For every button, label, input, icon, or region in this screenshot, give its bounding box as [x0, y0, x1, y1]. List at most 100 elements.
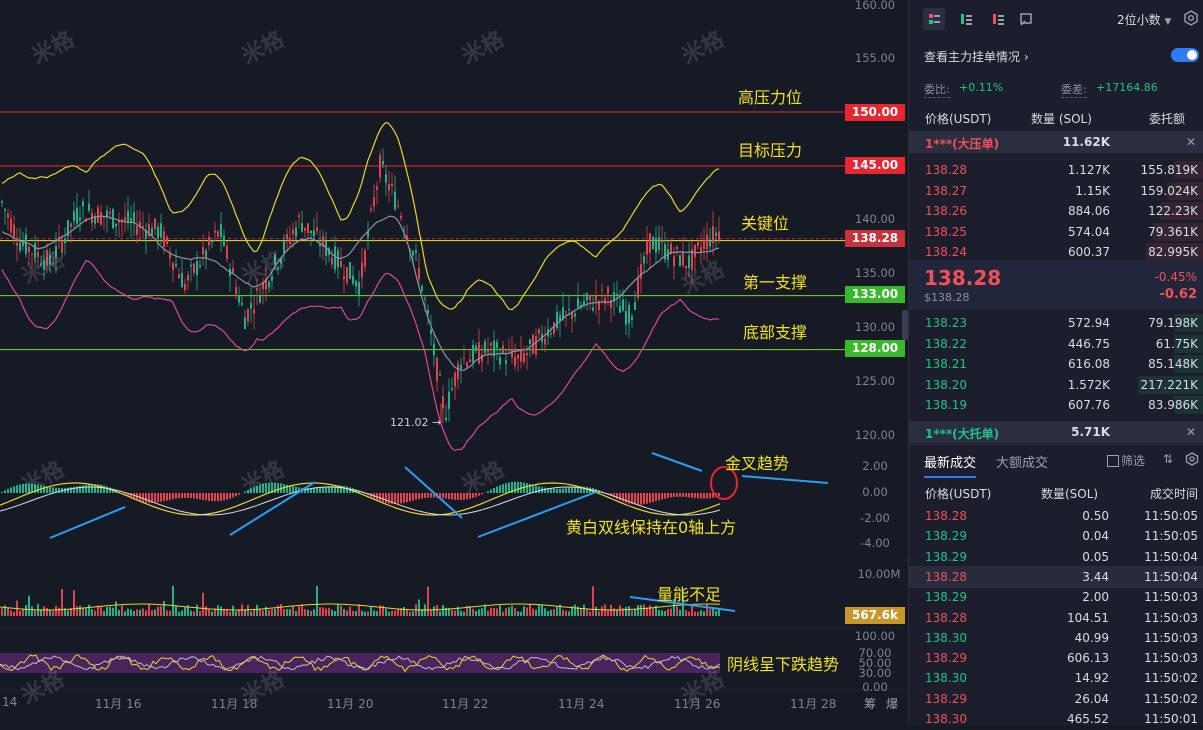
candle-body [319, 244, 321, 246]
candle-body [523, 353, 525, 362]
candle-body [10, 218, 12, 232]
macd-histogram-bar [646, 493, 648, 504]
volume-bar [427, 586, 429, 616]
amount: 61.75K [1156, 337, 1198, 351]
decimal-select[interactable]: 2位小数 ▼ [1117, 11, 1171, 28]
trade-qty: 0.05 [1082, 550, 1109, 564]
volume-bar [523, 606, 525, 616]
macd-histogram-bar [169, 493, 171, 500]
macd-histogram-bar [403, 493, 405, 503]
volume-bar [661, 610, 663, 616]
ask-row[interactable]: 138.271.15K159.024K [909, 180, 1203, 202]
candle-body [640, 264, 642, 279]
macd-histogram-bar [190, 493, 192, 498]
volume-bar [664, 611, 666, 616]
big-bid-row[interactable]: 1***(大托单) 5.71K ✕ [909, 421, 1203, 443]
layout-trades-button[interactable] [1015, 8, 1037, 30]
trade-row: 138.29606.1311:50:03 [909, 647, 1203, 669]
col-qty[interactable]: 数量(SOL) [1041, 485, 1098, 502]
candle-body [709, 241, 711, 247]
trade-price: 138.29 [925, 590, 967, 604]
macd-histogram-bar [91, 484, 93, 493]
candle-body [475, 346, 477, 351]
volume-bar [580, 608, 582, 616]
price-tag-150: 150.00 [845, 104, 905, 121]
candle-body [466, 363, 468, 367]
macd-histogram-bar [244, 492, 246, 493]
settings-icon[interactable] [1183, 10, 1199, 29]
candle-body [4, 209, 6, 211]
macd-histogram-bar [322, 487, 324, 493]
bid-row[interactable]: 138.23572.9479.198K [909, 312, 1203, 334]
sort-icon[interactable]: ⇅ [1163, 452, 1173, 466]
candle-body [52, 263, 54, 264]
big-ask-row[interactable]: 1***(大压单) 11.62K ✕ [909, 131, 1203, 153]
layout-asks-button[interactable] [987, 8, 1009, 30]
volume-bar [43, 606, 45, 616]
candle-body [577, 298, 579, 307]
macd-histogram-bar [427, 493, 429, 498]
trade-price: 138.30 [925, 631, 967, 645]
candle-body [55, 246, 57, 258]
col-amount[interactable]: 委托额 [1149, 110, 1185, 127]
view-main-orders-link[interactable]: 查看主力挂单情况 › [924, 48, 1029, 65]
layout-bids-button[interactable] [955, 8, 977, 30]
price-chart[interactable]: 160.00 155.00 140.00 135.00 130.00 125.0… [0, 0, 908, 725]
layout-both-button[interactable] [923, 8, 945, 30]
macd-histogram-bar [214, 493, 216, 501]
trade-qty: 3.44 [1082, 570, 1109, 584]
volume-bar [538, 604, 540, 616]
liquidation-button[interactable]: 爆 [886, 695, 898, 712]
candle-body [622, 299, 624, 310]
candle-body [97, 207, 99, 223]
volume-bar [373, 611, 375, 616]
macd-histogram-bar [550, 489, 552, 493]
bid-row[interactable]: 138.201.572K217.221K [909, 374, 1203, 396]
tab-large-trades[interactable]: 大额成交 [996, 452, 1048, 471]
close-icon[interactable]: ✕ [1186, 135, 1196, 149]
volume-bar [211, 611, 213, 616]
order-book-panel: 2位小数 ▼ 查看主力挂单情况 › 委比: +0.11% 委差: +17164.… [908, 0, 1203, 725]
volume-bar [229, 612, 231, 616]
volume-bar [361, 611, 363, 616]
macd-histogram-bar [283, 484, 285, 493]
chip-button[interactable]: 筹 [864, 695, 876, 712]
ask-row[interactable]: 138.25574.0479.361K [909, 221, 1203, 243]
candle-body [400, 216, 402, 219]
candle-body [595, 295, 597, 301]
candle-body [427, 310, 429, 314]
candle-body [292, 230, 294, 234]
main-orders-toggle[interactable] [1171, 48, 1199, 62]
filter-checkbox[interactable] [1107, 455, 1119, 467]
candle-body [586, 293, 588, 300]
tab-latest-trades[interactable]: 最新成交 [924, 452, 976, 478]
candle-body [196, 261, 198, 275]
macd-histogram-bar [160, 493, 162, 502]
candle-body [301, 223, 303, 231]
close-icon[interactable]: ✕ [1186, 425, 1196, 439]
macd-histogram-bar [640, 493, 642, 505]
candle-body [364, 250, 366, 266]
candle-body [298, 215, 300, 217]
bid-row[interactable]: 138.21616.0885.148K [909, 353, 1203, 375]
macd-histogram-bar [259, 485, 261, 493]
chevron-down-icon: ▼ [1164, 17, 1171, 27]
ask-row[interactable]: 138.26884.06122.23K [909, 200, 1203, 222]
macd-histogram-bar [481, 493, 483, 494]
chart-canvas[interactable] [0, 0, 908, 725]
settings-icon[interactable] [1185, 452, 1199, 469]
price: 138.24 [925, 245, 967, 259]
volume-bar [178, 612, 180, 616]
candle-body [232, 268, 234, 273]
bid-row[interactable]: 138.22446.7561.75K [909, 333, 1203, 355]
bid-row[interactable]: 138.19607.7683.986K [909, 394, 1203, 416]
macd-histogram-bar [472, 493, 474, 498]
col-qty[interactable]: 数量 (SOL) [1031, 110, 1092, 127]
macd-histogram-bar [412, 493, 414, 501]
volume-bar [532, 609, 534, 616]
ask-row[interactable]: 138.281.127K155.819K [909, 159, 1203, 181]
amount: 79.198K [1148, 316, 1198, 330]
macd-histogram-bar [445, 493, 447, 499]
candle-body [250, 303, 252, 309]
macd-histogram-bar [82, 485, 84, 493]
